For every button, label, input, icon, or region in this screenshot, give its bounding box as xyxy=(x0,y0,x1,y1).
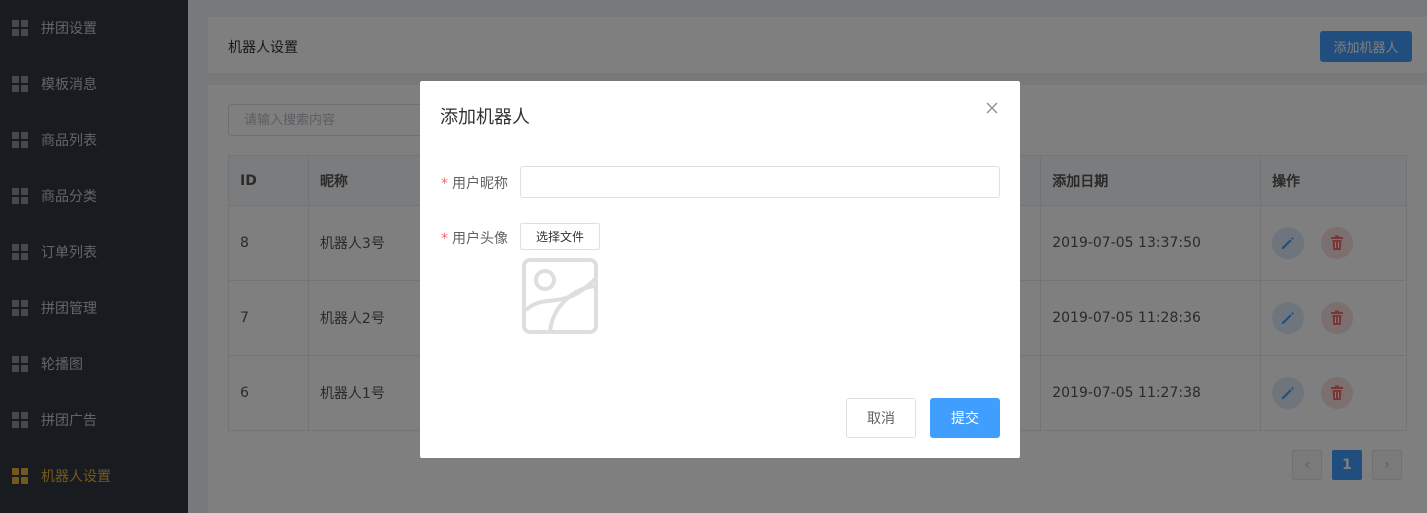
close-icon xyxy=(986,102,998,114)
submit-button[interactable]: 提交 xyxy=(930,398,1000,438)
nickname-input[interactable] xyxy=(520,166,1000,198)
avatar-label: * 用户头像 xyxy=(441,228,508,248)
nickname-label: * 用户昵称 xyxy=(441,173,508,193)
close-button[interactable] xyxy=(985,101,999,115)
choose-file-button[interactable]: 选择文件 xyxy=(520,223,600,250)
image-placeholder-icon xyxy=(522,258,598,334)
dialog-title: 添加机器人 xyxy=(440,107,530,128)
cancel-button[interactable]: 取消 xyxy=(846,398,916,438)
required-mark: * xyxy=(441,176,448,192)
required-mark: * xyxy=(441,231,448,247)
avatar-label-text: 用户头像 xyxy=(452,231,508,247)
nickname-label-text: 用户昵称 xyxy=(452,176,508,192)
add-robot-dialog: 添加机器人 * 用户昵称 * 用户头像 选择文件 取消 提交 xyxy=(420,81,1020,458)
